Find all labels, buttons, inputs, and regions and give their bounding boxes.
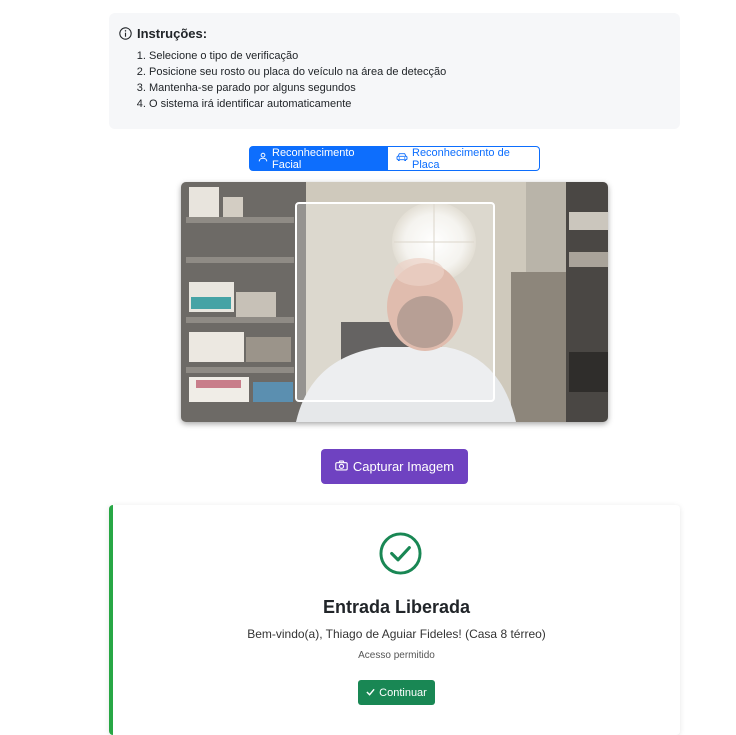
tab-facial-label: Reconhecimento Facial bbox=[272, 146, 355, 171]
camera-feed bbox=[181, 182, 608, 422]
instructions-title: Instruções: bbox=[137, 25, 208, 41]
welcome-message: Bem-vindo(a), Thiago de Aguiar Fideles! … bbox=[247, 627, 546, 641]
continue-label: Continuar bbox=[379, 686, 427, 699]
instruction-item: Posicione seu rosto ou placa do veículo … bbox=[149, 64, 670, 80]
capture-image-button[interactable]: Capturar Imagem bbox=[321, 449, 468, 484]
verification-type-tabs: Reconhecimento Facial Reconhecimento de … bbox=[249, 146, 540, 171]
instructions-list: Selecione o tipo de verificação Posicion… bbox=[119, 48, 670, 112]
access-status: Acesso permitido bbox=[358, 650, 435, 661]
instruction-item: Selecione o tipo de verificação bbox=[149, 48, 670, 64]
instruction-item: Mantenha-se parado por alguns segundos bbox=[149, 80, 670, 96]
car-icon bbox=[396, 152, 408, 165]
camera-icon bbox=[335, 459, 348, 474]
instruction-item: O sistema irá identificar automaticament… bbox=[149, 96, 670, 112]
instructions-header: Instruções: bbox=[119, 24, 670, 42]
continue-button[interactable]: Continuar bbox=[358, 680, 435, 705]
result-title: Entrada Liberada bbox=[322, 597, 471, 617]
tab-plate-label: Reconhecimento de Placa bbox=[412, 146, 510, 171]
check-circle-icon bbox=[379, 532, 422, 580]
tab-facial-recognition[interactable]: Reconhecimento Facial bbox=[249, 146, 388, 171]
person-icon bbox=[258, 152, 268, 165]
result-card: Entrada Liberada Bem-vindo(a), Thiago de… bbox=[109, 505, 680, 735]
tab-plate-recognition[interactable]: Reconhecimento de Placa bbox=[388, 146, 540, 171]
instructions-panel: Instruções: Selecione o tipo de verifica… bbox=[109, 13, 680, 129]
capture-label: Capturar Imagem bbox=[352, 459, 455, 474]
info-circle-icon bbox=[119, 26, 132, 40]
check-icon bbox=[366, 687, 375, 699]
